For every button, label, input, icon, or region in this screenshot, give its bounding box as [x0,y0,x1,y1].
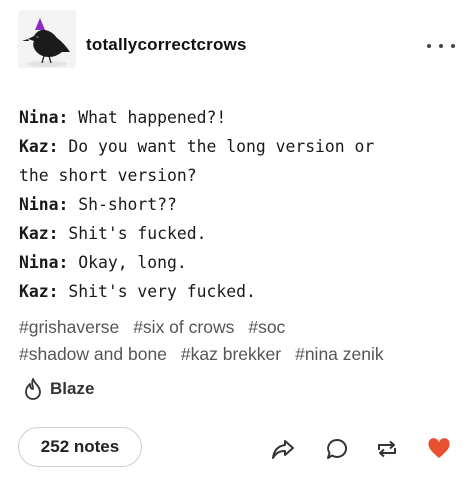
chat-line: Kaz: Shit's very fucked. [19,277,459,306]
reblog-button[interactable] [374,436,400,462]
crow-with-party-hat-icon [18,10,76,68]
chat-speaker: Kaz: [19,137,59,156]
notes-count-button[interactable]: 252 notes [18,427,142,467]
like-button[interactable] [426,436,452,462]
chat-text: Shit's fucked. [68,224,207,243]
tag-nina-zenik[interactable]: #nina zenik [295,344,384,364]
chat-line: Nina: Sh-short?? [19,190,459,219]
more-dot [439,44,443,48]
chat-text: Okay, long. [78,253,187,272]
blaze-button[interactable]: Blaze [22,375,94,403]
tag-kaz-brekker[interactable]: #kaz brekker [181,344,281,364]
reblog-icon [378,440,396,458]
flame-icon [25,378,41,400]
tag-soc[interactable]: #soc [248,317,285,337]
tags-row: #grishaverse #six of crows #soc [19,314,459,341]
more-dot [451,44,455,48]
blog-avatar[interactable] [18,10,76,68]
heart-icon [428,438,450,458]
chat-line: Nina: Okay, long. [19,248,459,277]
chat-post-body: Nina: What happened?! Kaz: Do you want t… [19,103,459,306]
chat-line: Kaz: Shit's fucked. [19,219,459,248]
chat-speaker: Kaz: [19,282,59,301]
chat-speaker: Nina: [19,253,69,272]
share-button[interactable] [270,436,296,462]
more-dot [427,44,431,48]
blog-name[interactable]: totallycorrectcrows [86,35,247,55]
chat-text: Do you want the long version or [68,137,375,156]
chat-speaker: Kaz: [19,224,59,243]
blaze-label: Blaze [50,379,95,398]
chat-text: Sh-short?? [78,195,177,214]
chat-line: Kaz: Do you want the long version or [19,132,459,161]
chat-line: the short version? [19,161,459,190]
notes-count-label: 252 notes [40,437,120,456]
tags-row: #shadow and bone #kaz brekker #nina zenik [19,341,459,368]
tag-grishaverse[interactable]: #grishaverse [19,317,119,337]
reply-button[interactable] [325,436,351,462]
speech-bubble-icon [327,438,347,459]
chat-text: Shit's very fucked. [68,282,256,301]
chat-speaker: Nina: [19,108,69,127]
tag-shadow-and-bone[interactable]: #shadow and bone [19,344,167,364]
chat-text: the short version? [19,166,197,185]
post-tags: #grishaverse #six of crows #soc #shadow an… [19,314,459,368]
more-dots-icon[interactable] [427,42,455,50]
chat-text: What happened?! [78,108,227,127]
tag-six-of-crows[interactable]: #six of crows [133,317,234,337]
chat-line: Nina: What happened?! [19,103,459,132]
share-arrow-icon [272,440,294,459]
chat-speaker: Nina: [19,195,69,214]
